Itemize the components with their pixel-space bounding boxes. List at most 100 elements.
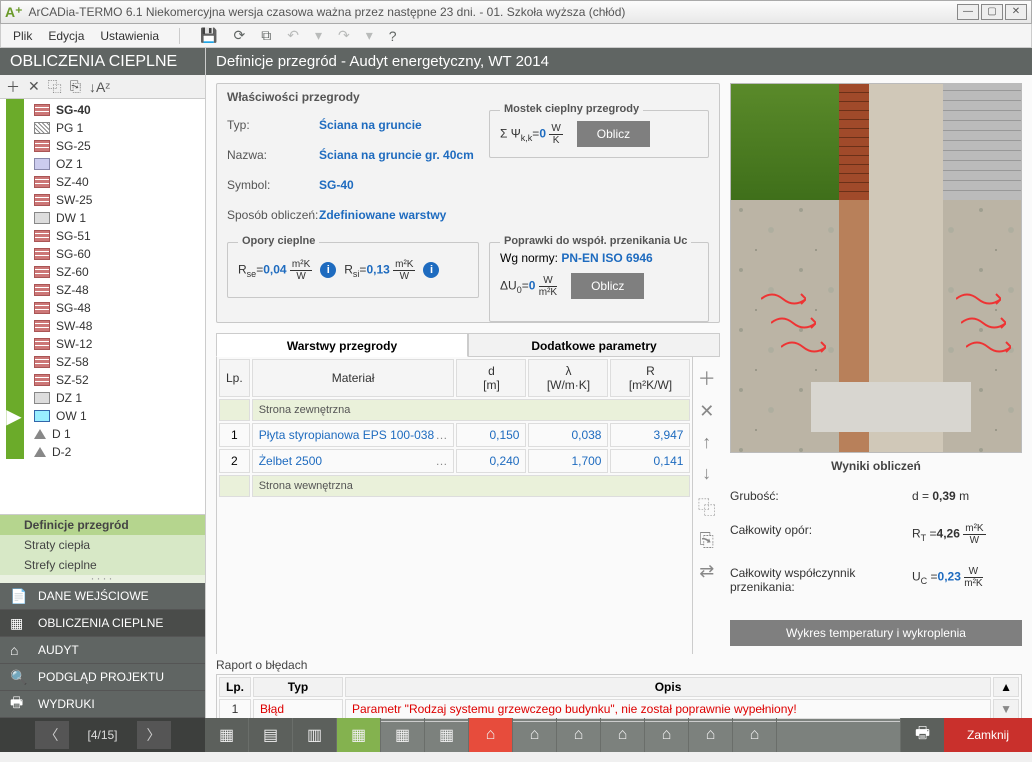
refresh-icon[interactable]: ⟳ xyxy=(234,27,246,44)
tree-item[interactable]: SZ-60 xyxy=(28,263,205,281)
footer-tool-8[interactable]: ⌂ xyxy=(513,718,557,752)
nav-item[interactable]: ▦OBLICZENIA CIEPLNE xyxy=(0,610,205,637)
row-down-icon[interactable]: ↓ xyxy=(702,463,711,484)
row-add-icon[interactable]: ＋ xyxy=(698,365,716,391)
tree-item[interactable]: SZ-58 xyxy=(28,353,205,371)
duplicate-icon[interactable]: ⿻ xyxy=(48,77,62,97)
info-rse-icon[interactable]: i xyxy=(320,262,336,278)
redo-menu-icon[interactable]: ▾ xyxy=(366,27,373,44)
row-swap-icon[interactable]: ⇄ xyxy=(699,561,714,582)
footer-tool-13[interactable]: ⌂ xyxy=(733,718,777,752)
row-up-icon[interactable]: ↑ xyxy=(702,432,711,453)
left-panel-title: OBLICZENIA CIEPLNE xyxy=(0,48,205,75)
footer-tool-2[interactable]: ▤ xyxy=(249,718,293,752)
info-rsi-icon[interactable]: i xyxy=(423,262,439,278)
main-title: Definicje przegród - Audyt energetyczny,… xyxy=(206,48,1032,75)
tree-item[interactable]: SG-51 xyxy=(28,227,205,245)
footer-tool-5[interactable]: ▦ xyxy=(381,718,425,752)
error-table[interactable]: Lp. Typ Opis ▲ 1BłądParametr "Rodzaj sys… xyxy=(216,674,1022,722)
app-logo: A⁺ xyxy=(5,4,23,21)
footer-toolbar: 〈 [4/15] 〉 ▦ ▤ ▥ ▦ ▦ ▦ ⌂ ⌂ ⌂ ⌂ ⌂ ⌂ ⌂ 🖶 Z… xyxy=(0,718,1032,752)
resize-grip[interactable]: ···· xyxy=(0,575,205,583)
partition-preview xyxy=(730,83,1022,453)
footer-tool-12[interactable]: ⌂ xyxy=(689,718,733,752)
row-paste-icon[interactable]: ⎘ xyxy=(700,530,714,551)
window-title: ArCADia-TERMO 6.1 Niekomercyjna wersja c… xyxy=(29,5,958,19)
footer-tool-9[interactable]: ⌂ xyxy=(557,718,601,752)
menubar: Plik Edycja Ustawienia 💾 ⟳ ⧉ ↶ ▾ ↷ ▾ ? xyxy=(0,24,1032,48)
save-icon[interactable]: 💾 xyxy=(200,27,217,44)
tab-extra-params[interactable]: Dodatkowe parametry xyxy=(468,333,720,357)
results-title: Wyniki obliczeń xyxy=(730,459,1022,473)
tree-item[interactable]: SG-60 xyxy=(28,245,205,263)
help-icon[interactable]: ? xyxy=(389,28,397,44)
footer-tool-4[interactable]: ▦ xyxy=(337,718,381,752)
sort-icon[interactable]: ↓Aᶻ xyxy=(89,79,110,95)
tab-layers[interactable]: Warstwy przegrody xyxy=(216,333,468,357)
bridge-equation: Σ Ψk,k=0 WK xyxy=(500,123,563,146)
minimize-button[interactable]: — xyxy=(957,4,979,20)
copy-icon[interactable]: ⧉ xyxy=(261,27,271,44)
tree-item[interactable]: SZ-48 xyxy=(28,281,205,299)
tree-item[interactable]: PG 1 xyxy=(28,119,205,137)
row-copy-icon[interactable]: ⿻ xyxy=(698,494,716,520)
titlebar: A⁺ ArCADia-TERMO 6.1 Niekomercyjna wersj… xyxy=(0,0,1032,24)
temperature-chart-button[interactable]: Wykres temperatury i wykroplenia xyxy=(730,620,1022,646)
tree-item[interactable]: DW 1 xyxy=(28,209,205,227)
undo-menu-icon[interactable]: ▾ xyxy=(315,27,322,44)
footer-tool-1[interactable]: ▦ xyxy=(205,718,249,752)
nav-item[interactable]: 🔍PODGLĄD PROJEKTU xyxy=(0,664,205,691)
footer-tool-3[interactable]: ▥ xyxy=(293,718,337,752)
nav-item[interactable]: 📄DANE WEJŚCIOWE xyxy=(0,583,205,610)
page-prev-button[interactable]: 〈 xyxy=(35,721,69,749)
tree-item[interactable]: SW-48 xyxy=(28,317,205,335)
uc-calc-button[interactable]: Oblicz xyxy=(571,273,644,299)
redo-icon[interactable]: ↷ xyxy=(338,27,350,44)
tree-item[interactable]: SG-25 xyxy=(28,137,205,155)
page-indicator: [4/15] xyxy=(73,728,133,742)
symbol-link[interactable]: SG-40 xyxy=(319,178,354,192)
tree-item[interactable]: SZ-52 xyxy=(28,371,205,389)
delete-icon[interactable]: ✕ xyxy=(28,78,40,95)
close-window-button[interactable]: ✕ xyxy=(1005,4,1027,20)
tree-item[interactable]: OZ 1 xyxy=(28,155,205,173)
menu-edycja[interactable]: Edycja xyxy=(48,29,84,43)
norm-link[interactable]: PN-EN ISO 6946 xyxy=(561,251,652,265)
menu-plik[interactable]: Plik xyxy=(13,29,32,43)
type-link[interactable]: Ściana na gruncie xyxy=(319,118,422,132)
error-report-title: Raport o błędach xyxy=(216,658,1022,672)
calc-mode-link[interactable]: Zdefiniowane warstwy xyxy=(319,208,446,222)
nav-item[interactable]: ⌂AUDYT xyxy=(0,637,205,664)
tree-item[interactable]: OW 1 xyxy=(28,407,205,425)
add-icon[interactable]: ＋ xyxy=(6,77,20,97)
maximize-button[interactable]: ▢ xyxy=(981,4,1003,20)
menu-ustawienia[interactable]: Ustawienia xyxy=(100,29,159,43)
properties-header: Właściwości przegrody xyxy=(227,90,709,104)
tree-item[interactable]: SG-40 xyxy=(28,101,205,119)
tree-item[interactable]: D 1 xyxy=(28,425,205,443)
tree-arrow-icon: ▶ xyxy=(0,404,28,429)
tree-item[interactable]: SG-48 xyxy=(28,299,205,317)
page-next-button[interactable]: 〉 xyxy=(137,721,171,749)
nav-item[interactable]: 🖶WYDRUKI xyxy=(0,691,205,718)
name-link[interactable]: Ściana na gruncie gr. 40cm xyxy=(319,148,474,162)
undo-icon[interactable]: ↶ xyxy=(287,27,299,44)
section-item[interactable]: Definicje przegród xyxy=(0,515,205,535)
row-delete-icon[interactable]: ✕ xyxy=(699,401,714,422)
close-button[interactable]: Zamknij xyxy=(944,718,1032,752)
tree-item[interactable]: D-2 xyxy=(28,443,205,461)
footer-tool-11[interactable]: ⌂ xyxy=(645,718,689,752)
tree-item[interactable]: DZ 1 xyxy=(28,389,205,407)
bridge-calc-button[interactable]: Oblicz xyxy=(577,121,650,147)
section-item[interactable]: Straty ciepła xyxy=(0,535,205,555)
tree-item[interactable]: SW-25 xyxy=(28,191,205,209)
tree-item[interactable]: SZ-40 xyxy=(28,173,205,191)
footer-tool-7[interactable]: ⌂ xyxy=(469,718,513,752)
print-button[interactable]: 🖶 xyxy=(900,718,944,752)
tree-item[interactable]: SW-12 xyxy=(28,335,205,353)
footer-tool-10[interactable]: ⌂ xyxy=(601,718,645,752)
layers-table[interactable]: Lp. Materiał d[m] λ[W/m·K] R[m²K/W] Stro… xyxy=(216,357,693,654)
partition-tree[interactable]: SG-40PG 1SG-25OZ 1SZ-40SW-25DW 1SG-51SG-… xyxy=(28,99,205,514)
clipboard-icon[interactable]: ⎘ xyxy=(70,78,81,95)
footer-tool-6[interactable]: ▦ xyxy=(425,718,469,752)
